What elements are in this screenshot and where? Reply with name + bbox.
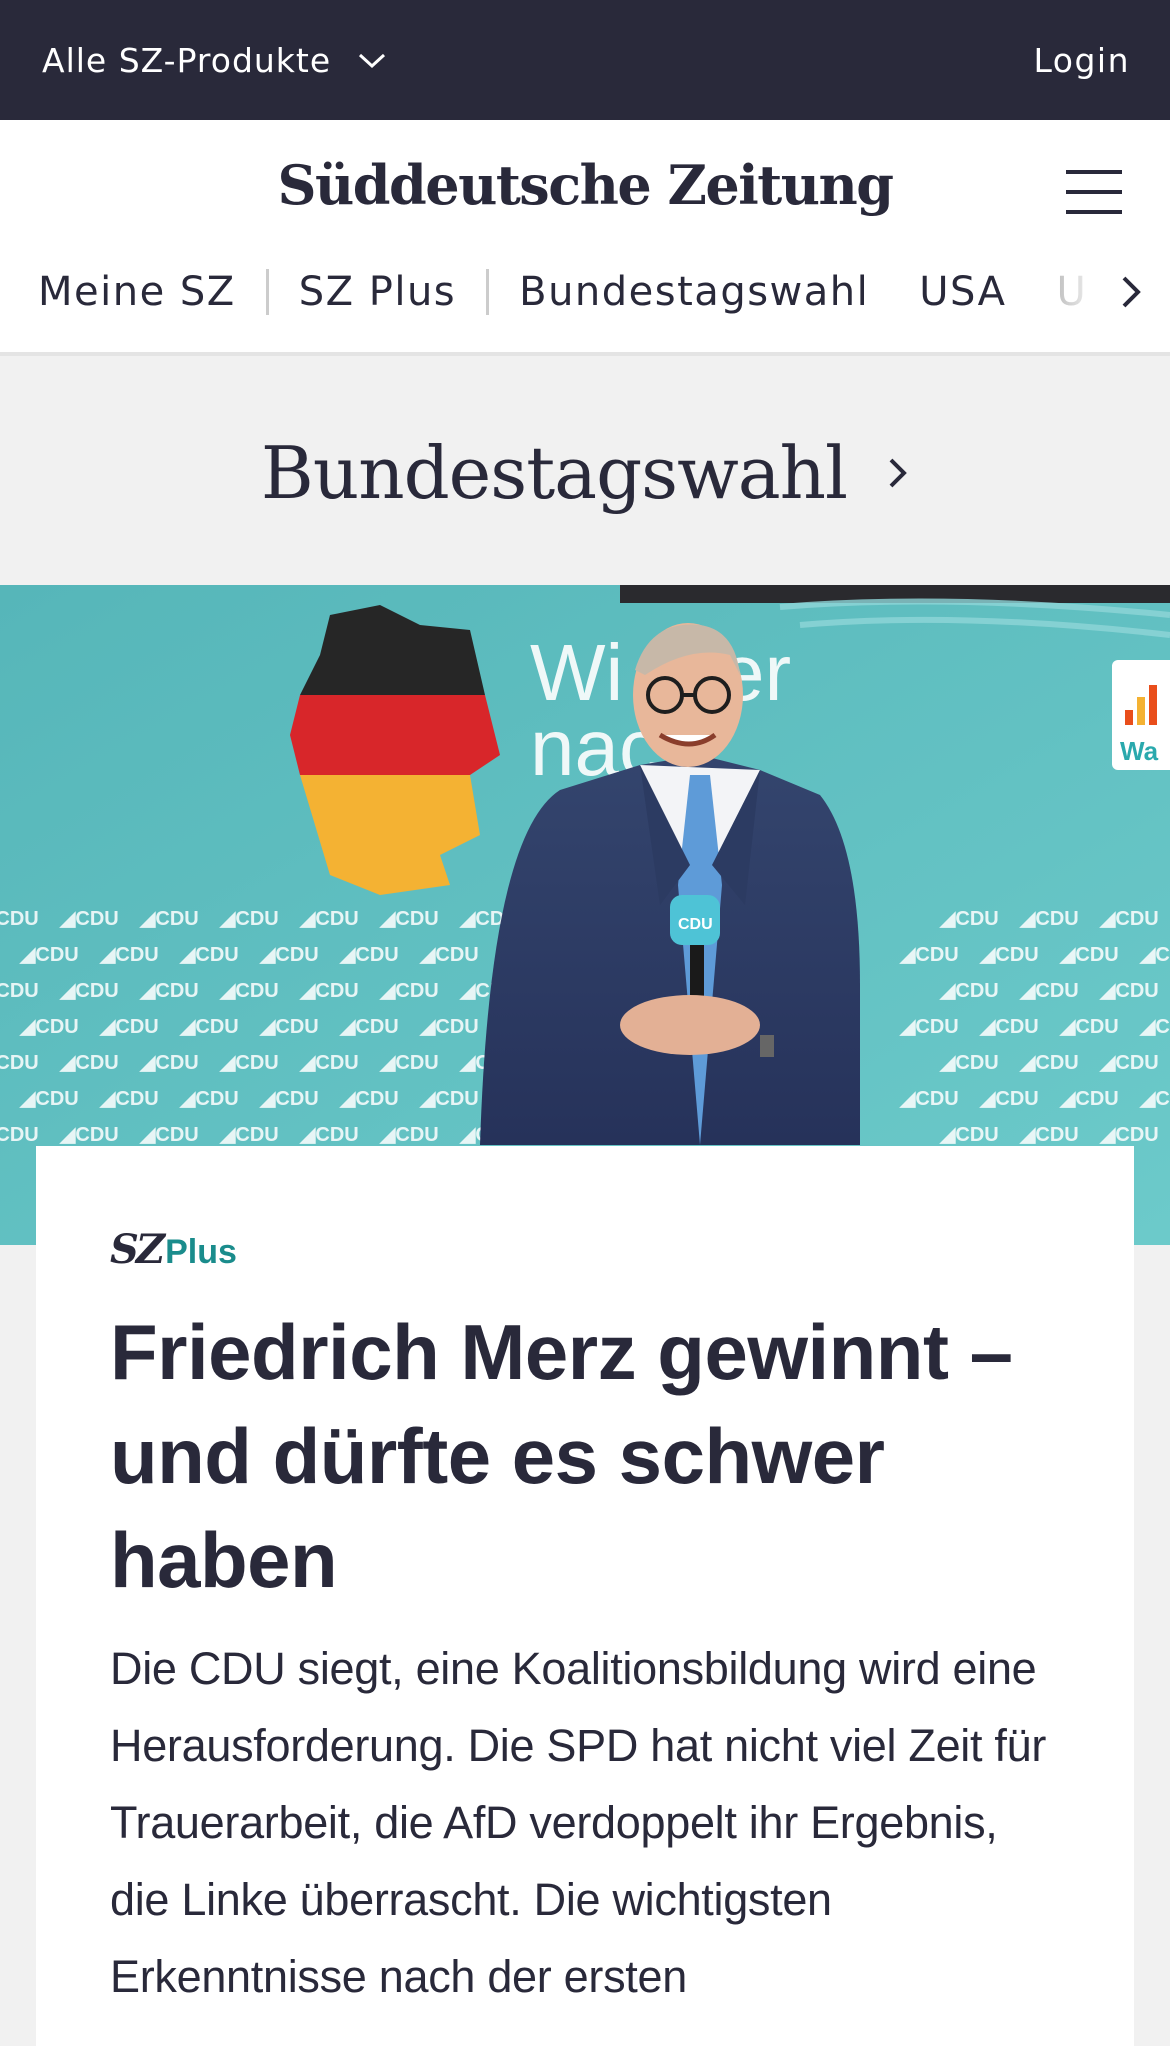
- nav-item-meine-sz[interactable]: Meine SZ: [38, 269, 236, 315]
- cdu-backdrop-logo: ◢CDU: [139, 908, 199, 930]
- article-headline[interactable]: Friedrich Merz gewinnt – und dürfte es s…: [110, 1300, 1064, 1612]
- cdu-backdrop-logo: ◢CDU: [299, 908, 359, 930]
- cdu-backdrop-logo: ◢CDU: [0, 1124, 39, 1146]
- top-bar: Alle SZ-Produkte Login: [0, 0, 1170, 120]
- sz-plus-badge-plus: Plus: [165, 1233, 237, 1271]
- cdu-backdrop-logo: ◢CDU: [1139, 1016, 1170, 1038]
- cdu-backdrop-logo: ◢CDU: [1019, 1052, 1079, 1074]
- section-nav: Meine SZ SZ Plus Bundestagswahl USA U: [0, 262, 1170, 322]
- cdu-backdrop-logo: ◢CDU: [219, 1052, 279, 1074]
- cdu-backdrop-logo: ◢CDU: [939, 1052, 999, 1074]
- cdu-backdrop-logo: ◢CDU: [139, 1124, 199, 1146]
- cdu-backdrop-logo: ◢CDU: [179, 944, 239, 966]
- cdu-backdrop-logo: ◢CDU: [339, 1016, 399, 1038]
- section-title: Bundestagswahl: [260, 430, 848, 515]
- cdu-backdrop-logo: ◢CDU: [1059, 1016, 1119, 1038]
- cdu-backdrop-logo: ◢CDU: [1099, 1052, 1159, 1074]
- cdu-backdrop-logo: ◢CDU: [259, 1088, 319, 1110]
- hamburger-menu-icon[interactable]: [1066, 170, 1122, 214]
- cdu-backdrop-logo: ◢CDU: [379, 1124, 439, 1146]
- cdu-backdrop-logo: ◢CDU: [179, 1016, 239, 1038]
- cdu-backdrop-logo: ◢CDU: [1099, 1124, 1159, 1146]
- cdu-backdrop-logo: ◢CDU: [299, 1052, 359, 1074]
- cdu-backdrop-logo: ◢CDU: [299, 1124, 359, 1146]
- cdu-backdrop-logo: ◢CDU: [179, 1088, 239, 1110]
- cdu-backdrop-logo: ◢CDU: [99, 944, 159, 966]
- cdu-backdrop-logo: ◢CDU: [99, 1016, 159, 1038]
- chevron-right-icon: [1122, 276, 1141, 308]
- cdu-backdrop-logo: ◢CDU: [1139, 1088, 1170, 1110]
- cdu-backdrop-logo: ◢CDU: [19, 1016, 79, 1038]
- cdu-backdrop-logo: ◢CDU: [1019, 1124, 1079, 1146]
- cdu-backdrop-logo: ◢CDU: [379, 908, 439, 930]
- nav-divider: [265, 269, 269, 315]
- cdu-backdrop-logo: ◢CDU: [219, 980, 279, 1002]
- nav-item-usa[interactable]: USA: [919, 269, 1006, 315]
- nav-item-bundestagswahl[interactable]: Bundestagswahl: [519, 269, 869, 315]
- cdu-backdrop-logo: ◢CDU: [59, 1124, 119, 1146]
- cdu-backdrop-logo: ◢CDU: [419, 1088, 479, 1110]
- cdu-backdrop-logo: ◢CDU: [139, 980, 199, 1002]
- sz-logo[interactable]: Süddeutsche Zeitung: [0, 153, 1170, 217]
- cdu-backdrop-logo: ◢CDU: [419, 944, 479, 966]
- cdu-backdrop-logo: ◢CDU: [1059, 944, 1119, 966]
- nav-divider: [486, 269, 490, 315]
- cdu-backdrop-logo: ◢CDU: [139, 1052, 199, 1074]
- cdu-backdrop-logo: ◢CDU: [59, 1052, 119, 1074]
- cdu-backdrop-logo: ◢CDU: [419, 1016, 479, 1038]
- cdu-backdrop-logo: ◢CDU: [899, 1088, 959, 1110]
- section-heading-link[interactable]: Bundestagswahl: [0, 360, 1170, 585]
- cdu-backdrop-logo: ◢CDU: [0, 908, 39, 930]
- cdu-backdrop-logo: ◢CDU: [899, 1016, 959, 1038]
- cdu-backdrop-logo: ◢CDU: [1019, 908, 1079, 930]
- cdu-backdrop-logo: ◢CDU: [259, 944, 319, 966]
- cdu-backdrop-logo: ◢CDU: [219, 908, 279, 930]
- article-teaser: Die CDU siegt, eine Koalitionsbildung wi…: [110, 1643, 1047, 2002]
- svg-text:Wa: Wa: [1120, 736, 1159, 766]
- site-header: Süddeutsche Zeitung Meine SZ SZ Plus Bun…: [0, 120, 1170, 356]
- cdu-backdrop-logo: ◢CDU: [899, 944, 959, 966]
- lead-article-card[interactable]: SZ Plus Friedrich Merz gewinnt – und dür…: [36, 1146, 1134, 2046]
- cdu-backdrop-logo: ◢CDU: [939, 908, 999, 930]
- cdu-backdrop-logo: ◢CDU: [99, 1088, 159, 1110]
- sz-plus-badge: SZ Plus: [110, 1226, 1064, 1273]
- login-link[interactable]: Login: [1033, 41, 1130, 80]
- cdu-backdrop-logo: ◢CDU: [339, 944, 399, 966]
- cdu-backdrop-logo: ◢CDU: [19, 1088, 79, 1110]
- cdu-backdrop-logo: ◢CDU: [1019, 980, 1079, 1002]
- cdu-backdrop-logo: ◢CDU: [59, 908, 119, 930]
- cdu-backdrop-logo: ◢CDU: [1059, 1088, 1119, 1110]
- cdu-backdrop-logo: ◢CDU: [979, 944, 1039, 966]
- nav-scroll-right-button[interactable]: [1050, 262, 1170, 322]
- cdu-backdrop-logo: ◢CDU: [979, 1016, 1039, 1038]
- cdu-backdrop-logo: ◢CDU: [1139, 944, 1170, 966]
- cdu-backdrop-logo: ◢CDU: [219, 1124, 279, 1146]
- chevron-right-icon: [889, 458, 907, 487]
- cdu-backdrop-logo: ◢CDU: [19, 944, 79, 966]
- all-products-label: Alle SZ-Produkte: [42, 40, 332, 80]
- cdu-backdrop-logo: ◢CDU: [259, 1016, 319, 1038]
- chevron-down-icon: [359, 53, 386, 69]
- cdu-backdrop-logo: ◢CDU: [939, 980, 999, 1002]
- cdu-backdrop-logo: ◢CDU: [1099, 908, 1159, 930]
- sz-plus-badge-sz: SZ: [110, 1226, 165, 1273]
- cdu-backdrop-logo: ◢CDU: [339, 1088, 399, 1110]
- all-products-menu[interactable]: Alle SZ-Produkte: [42, 41, 387, 80]
- cdu-backdrop-logo: ◢CDU: [0, 980, 39, 1002]
- svg-text:CDU: CDU: [678, 916, 713, 933]
- cdu-backdrop-logo: ◢CDU: [939, 1124, 999, 1146]
- cdu-backdrop-logo: ◢CDU: [979, 1088, 1039, 1110]
- cdu-backdrop-logo: ◢CDU: [59, 980, 119, 1002]
- cdu-backdrop-logo: ◢CDU: [299, 980, 359, 1002]
- cdu-backdrop-logo: ◢CDU: [1099, 980, 1159, 1002]
- cdu-backdrop-logo: ◢CDU: [379, 980, 439, 1002]
- nav-item-sz-plus[interactable]: SZ Plus: [299, 269, 456, 315]
- cdu-backdrop-logo: ◢CDU: [0, 1052, 39, 1074]
- cdu-backdrop-logo: ◢CDU: [379, 1052, 439, 1074]
